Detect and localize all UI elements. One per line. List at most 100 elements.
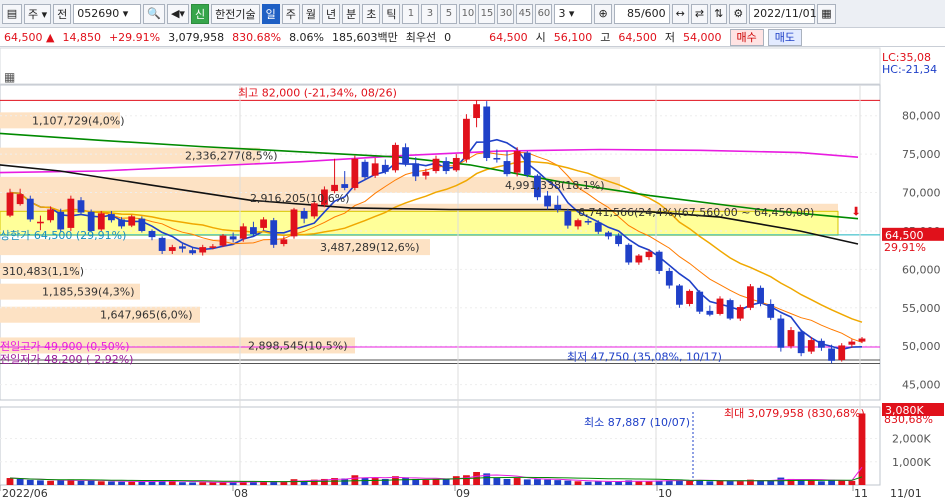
volume-profile-label: 4,991,338(18,1%)	[505, 179, 605, 192]
bar-count-input[interactable]: 85/600	[613, 3, 670, 24]
candle[interactable]	[26, 195, 34, 222]
period-tab-0[interactable]: 일	[261, 3, 280, 24]
date-label: 11/01	[890, 487, 922, 500]
candle[interactable]	[483, 101, 491, 162]
low-annotation: 최저 47,750 (35,08%, 10/17)	[567, 351, 722, 364]
candle[interactable]	[128, 214, 136, 228]
chart-menu-icon[interactable]: ▤	[2, 3, 22, 24]
period-type-button[interactable]: 전	[53, 3, 72, 24]
candle[interactable]	[351, 155, 359, 191]
price-tick: 60,000	[902, 263, 941, 276]
zoom-icon[interactable]: ↔	[671, 3, 689, 24]
stock-code-input[interactable]: 052690 ▾	[73, 3, 142, 24]
candle[interactable]	[686, 289, 693, 307]
candle[interactable]	[625, 243, 633, 265]
candle[interactable]	[655, 250, 663, 274]
interval-button-30[interactable]: 30	[497, 3, 515, 24]
price-tick: 45,000	[902, 379, 941, 392]
interval-button-15[interactable]: 15	[478, 3, 496, 24]
volume-profile-label: 1,647,965(6,0%)	[100, 309, 193, 322]
volume-bar	[57, 480, 65, 485]
candle[interactable]	[219, 234, 227, 248]
volume-profile-label: 2,898,545(10,5%)	[248, 339, 348, 352]
interval-select[interactable]: 3 ▾	[554, 3, 593, 24]
candle[interactable]	[513, 147, 521, 177]
candle[interactable]	[138, 216, 146, 233]
candle[interactable]	[676, 283, 683, 308]
candle[interactable]	[716, 296, 724, 316]
volume-bar	[716, 480, 724, 485]
volume-bar	[351, 475, 359, 485]
gear-icon[interactable]: ⚙	[729, 3, 748, 24]
volume-value: 3,079,958	[168, 30, 225, 44]
candle[interactable]	[463, 114, 470, 163]
period-tab-5[interactable]: 초	[362, 3, 381, 24]
volume-bar	[523, 479, 531, 485]
candle[interactable]	[290, 207, 298, 239]
period-tab-3[interactable]: 년	[321, 3, 341, 24]
candle[interactable]	[736, 304, 744, 321]
candle[interactable]	[361, 159, 369, 181]
volume-bar	[767, 480, 775, 485]
volume-bar	[108, 481, 115, 485]
date-input[interactable]: 2022/11/01	[749, 3, 817, 24]
candle[interactable]	[696, 290, 704, 314]
period-tab-2[interactable]: 월	[301, 3, 320, 24]
volume-bar	[584, 481, 592, 485]
stock-chart[interactable]: ▦80,00075,00070,00065,00060,00055,00050,…	[0, 47, 945, 500]
date-label: 11	[854, 487, 868, 500]
period-tab-6[interactable]: 틱	[382, 3, 401, 24]
candle[interactable]	[6, 188, 14, 218]
compare-icon[interactable]: ⇅	[710, 3, 728, 24]
candle[interactable]	[523, 151, 531, 178]
volume-bar	[554, 480, 562, 485]
candle[interactable]	[787, 327, 795, 349]
volume-bar	[574, 481, 582, 485]
candle[interactable]	[777, 314, 785, 352]
volume-max-annotation: 최대 3,079,958 (830,68%)	[724, 407, 865, 420]
candle[interactable]	[747, 283, 754, 311]
interval-button-60[interactable]: 60	[535, 3, 553, 24]
volume-bar	[118, 481, 125, 485]
candle[interactable]	[797, 329, 805, 357]
volume-bar	[432, 478, 440, 485]
header-strip	[0, 47, 881, 85]
interval-button-3[interactable]: 3	[421, 3, 439, 24]
search-icon[interactable]: 🔍	[143, 3, 165, 24]
buy-button[interactable]: 매수	[729, 28, 764, 46]
volume-tick: 2,000K	[892, 433, 931, 446]
stock-name-label: 한전기술	[211, 3, 260, 24]
interval-button-1[interactable]: 1	[402, 3, 420, 24]
volume-profile-label: 1,107,729(4,0%)	[32, 114, 125, 127]
candle[interactable]	[665, 267, 673, 289]
price-tag: 64,500	[882, 227, 944, 242]
volume-bar	[209, 482, 217, 485]
candle[interactable]	[726, 298, 734, 321]
interval-reset-button[interactable]: ⊕	[594, 3, 612, 24]
price-tick: 50,000	[902, 340, 941, 353]
period-tab-1[interactable]: 주	[281, 3, 300, 24]
crosshair-icon[interactable]: ⇄	[690, 3, 709, 24]
interval-button-10[interactable]: 10	[459, 3, 477, 24]
volume-profile-label: 3,487,289(12,6%)	[320, 241, 420, 254]
candle[interactable]	[838, 343, 846, 362]
interval-button-5[interactable]: 5	[440, 3, 458, 24]
sell-button[interactable]: 매도	[767, 28, 802, 46]
volume-bar	[736, 481, 744, 485]
candle[interactable]	[392, 142, 399, 173]
volume-bar	[402, 477, 409, 485]
period-tab-4[interactable]: 분	[342, 3, 361, 24]
volume-bar	[168, 481, 176, 485]
change-value: 14,850	[62, 30, 101, 44]
indicator-menu-icon[interactable]: ▦	[4, 70, 15, 84]
speaker-icon[interactable]: ◀▾	[166, 3, 189, 24]
candle[interactable]	[757, 285, 764, 307]
volume-tick: 1,000K	[892, 456, 931, 469]
calendar-icon[interactable]: ▦	[817, 3, 836, 24]
low-price: 54,000	[683, 30, 722, 44]
candle[interactable]	[67, 195, 75, 231]
candle[interactable]	[270, 217, 278, 248]
interval-button-45[interactable]: 45	[516, 3, 534, 24]
market-select[interactable]: 주 ▾	[24, 3, 52, 24]
volume-bar	[47, 480, 54, 485]
